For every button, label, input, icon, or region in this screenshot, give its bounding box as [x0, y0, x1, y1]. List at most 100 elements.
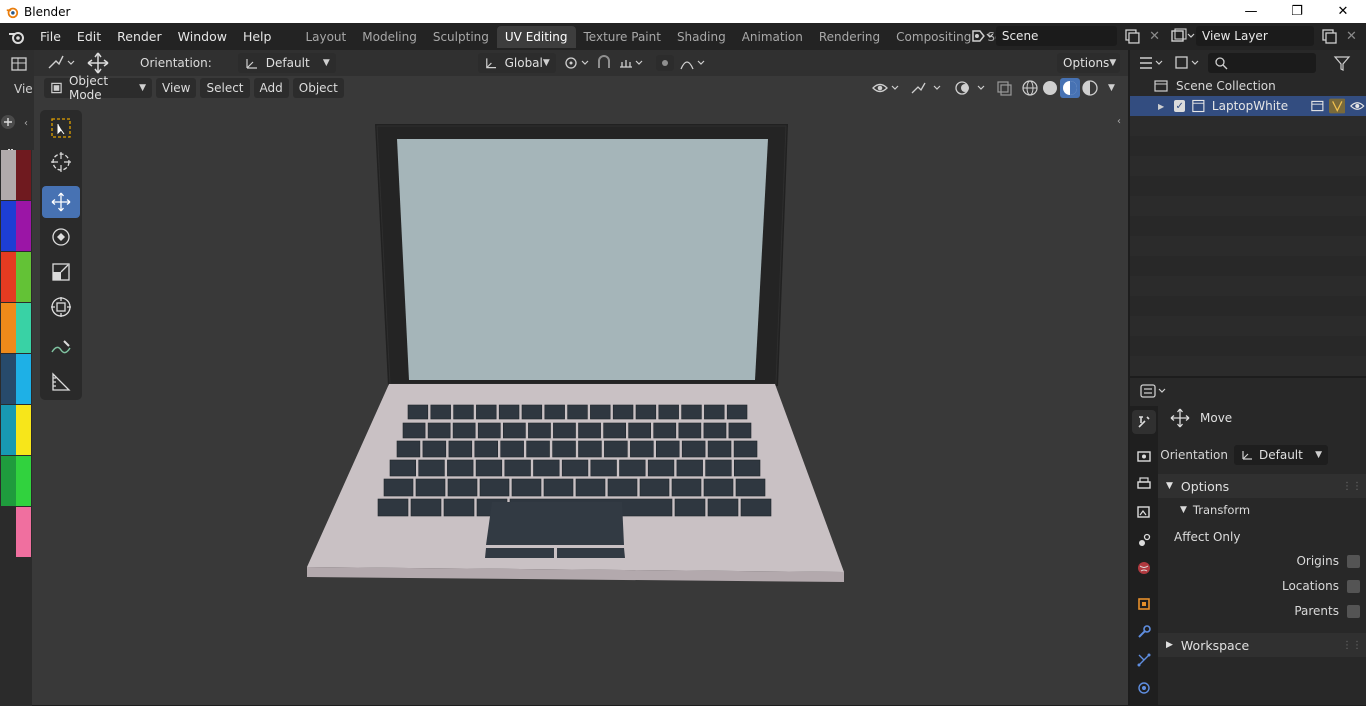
- display-mode-icon[interactable]: [1172, 53, 1202, 73]
- tab-world[interactable]: [1132, 556, 1156, 580]
- blender-menu-icon[interactable]: [6, 26, 28, 48]
- image-layers-icon: [1137, 506, 1150, 518]
- scene-icon[interactable]: [970, 27, 996, 45]
- keyboard-key: [528, 422, 551, 439]
- palette-swatch[interactable]: [1, 507, 16, 557]
- parents-checkbox[interactable]: [1347, 604, 1360, 618]
- visibility-eye-icon[interactable]: [1349, 98, 1366, 114]
- tab-modeling[interactable]: Modeling: [354, 26, 425, 48]
- workspace-panel-header[interactable]: ▶ Workspace ⋮⋮: [1158, 633, 1366, 657]
- view-layer-name-field[interactable]: View Layer: [1196, 26, 1314, 46]
- palette-swatch[interactable]: [1, 252, 16, 302]
- palette-swatch[interactable]: [16, 456, 31, 506]
- object-data-icon[interactable]: [1328, 98, 1346, 114]
- outliner-scene-collection-row[interactable]: Scene Collection: [1130, 76, 1366, 96]
- palette-swatch[interactable]: [16, 507, 31, 557]
- copy-scene-icon[interactable]: [1123, 27, 1143, 45]
- tab-render[interactable]: [1132, 444, 1156, 468]
- tab-particles[interactable]: [1132, 648, 1156, 672]
- properties-editor: Move Orientation Default ▼ ▼ Options ⋮⋮ …: [1130, 378, 1366, 705]
- cursor-icon: [51, 152, 71, 172]
- tab-texture-paint[interactable]: Texture Paint: [576, 26, 669, 48]
- minimize-button[interactable]: —: [1228, 0, 1274, 23]
- keyboard-key: [544, 404, 565, 420]
- keyboard-key: [635, 404, 657, 420]
- filter-icon[interactable]: [1332, 53, 1352, 73]
- menu-file[interactable]: File: [32, 23, 69, 50]
- palette-swatch[interactable]: [16, 303, 31, 353]
- palette-swatch[interactable]: [1, 405, 16, 455]
- palette-swatch[interactable]: [16, 354, 31, 404]
- menu-window[interactable]: Window: [170, 23, 235, 50]
- tab-output[interactable]: [1132, 472, 1156, 496]
- tab-object[interactable]: [1132, 592, 1156, 616]
- menu-help[interactable]: Help: [235, 23, 280, 50]
- palette-swatch[interactable]: [1, 150, 16, 200]
- left-partial-editor: Vie ‹: [0, 50, 34, 162]
- locations-checkbox[interactable]: [1347, 579, 1360, 593]
- keyboard-key: [447, 478, 478, 497]
- tab-modifiers[interactable]: [1132, 620, 1156, 644]
- options-panel-header[interactable]: ▼ Options ⋮⋮: [1158, 474, 1366, 498]
- remove-scene-icon[interactable]: ✕: [1149, 29, 1160, 44]
- rotate-tool[interactable]: [42, 221, 80, 253]
- scene-name-field[interactable]: Scene: [995, 26, 1118, 46]
- window-title: Blender: [24, 4, 71, 19]
- tab-physics[interactable]: [1132, 676, 1156, 700]
- measure-tool[interactable]: [42, 366, 80, 398]
- sidebar-toggle-icon[interactable]: ‹: [1117, 116, 1121, 127]
- tab-rendering[interactable]: Rendering: [811, 26, 888, 48]
- menu-render[interactable]: Render: [109, 23, 170, 50]
- tab-tool-settings[interactable]: [1132, 410, 1156, 434]
- keyboard-key: [477, 422, 501, 439]
- orientation-prop-dropdown[interactable]: Default ▼: [1234, 445, 1328, 465]
- menu-edit[interactable]: Edit: [69, 23, 109, 50]
- view-menu-cut[interactable]: Vie: [14, 82, 33, 96]
- remove-view-layer-icon[interactable]: ✕: [1346, 29, 1357, 44]
- maximize-button[interactable]: ❐: [1274, 0, 1320, 23]
- keyboard-key: [671, 478, 702, 497]
- palette-swatch[interactable]: [16, 150, 31, 200]
- cursor-tool[interactable]: [42, 146, 80, 178]
- transform-tool[interactable]: [42, 291, 80, 323]
- zoom-icon[interactable]: [0, 112, 22, 134]
- tab-animation[interactable]: Animation: [734, 26, 811, 48]
- close-window-button[interactable]: ✕: [1320, 0, 1366, 23]
- keyboard-key: [383, 478, 414, 497]
- annotate-tool[interactable]: [42, 332, 80, 364]
- palette-swatch[interactable]: [16, 252, 31, 302]
- tab-compositing[interactable]: Compositing: [888, 26, 979, 48]
- origins-checkbox[interactable]: [1347, 554, 1360, 568]
- palette-swatch[interactable]: [1, 303, 16, 353]
- outliner-item-laptopwhite[interactable]: ▶ ✓ LaptopWhite: [1130, 96, 1366, 116]
- palette-swatch[interactable]: [16, 405, 31, 455]
- transform-subpanel-header[interactable]: ▼ Transform: [1158, 500, 1366, 520]
- expand-arrow-icon[interactable]: ▶: [1158, 102, 1164, 111]
- outliner-editor-type-icon[interactable]: [1136, 53, 1166, 73]
- scale-tool[interactable]: [42, 256, 80, 288]
- include-checkbox[interactable]: ✓: [1174, 100, 1186, 112]
- palette-swatch[interactable]: [1, 354, 16, 404]
- collapse-arrow-icon[interactable]: ‹: [24, 118, 28, 129]
- laptop-model[interactable]: [0, 50, 1128, 705]
- drag-handle-icon[interactable]: ⋮⋮: [1342, 481, 1362, 492]
- exclude-collection-icon[interactable]: [1310, 98, 1325, 114]
- camera-back-icon: [1137, 451, 1151, 462]
- palette-swatch[interactable]: [1, 201, 16, 251]
- palette-swatch[interactable]: [1, 456, 16, 506]
- editor-type-icon[interactable]: [9, 54, 31, 74]
- outliner-search-input[interactable]: [1208, 53, 1316, 73]
- palette-swatch[interactable]: [16, 201, 31, 251]
- 3d-viewport[interactable]: Orientation: Default ▼ Global ▼ Options …: [0, 50, 1128, 705]
- copy-view-layer-icon[interactable]: [1320, 27, 1340, 45]
- tab-layout[interactable]: Layout: [297, 26, 354, 48]
- tab-shading[interactable]: Shading: [669, 26, 734, 48]
- tab-sculpting[interactable]: Sculpting: [425, 26, 497, 48]
- move-tool[interactable]: [42, 186, 80, 218]
- tab-uv-editing[interactable]: UV Editing: [496, 25, 576, 48]
- view-layer-icon[interactable]: [1168, 27, 1196, 45]
- select-box-tool[interactable]: [42, 112, 80, 144]
- drag-handle-icon[interactable]: ⋮⋮: [1342, 640, 1362, 651]
- tab-view-layer[interactable]: [1132, 500, 1156, 524]
- tab-scene[interactable]: [1132, 528, 1156, 552]
